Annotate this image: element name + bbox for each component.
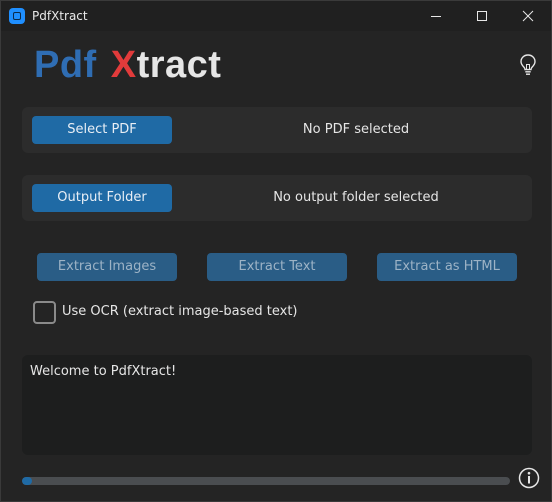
pdf-status-label: No PDF selected: [302, 122, 410, 137]
log-message: Welcome to PdfXtract!: [30, 364, 177, 379]
logo-pdf: Pdf: [34, 44, 97, 86]
main-content: Pdf Xtract Select PDF No PDF selected Out…: [1, 31, 551, 501]
ocr-checkbox[interactable]: [33, 301, 56, 324]
extract-text-button[interactable]: Extract Text: [207, 253, 347, 281]
maximize-button[interactable]: [459, 1, 505, 31]
window-title: PdfXtract: [32, 9, 88, 23]
title-bar[interactable]: PdfXtract: [1, 1, 551, 31]
select-pdf-button[interactable]: Select PDF: [32, 116, 172, 144]
pdf-select-row: Select PDF No PDF selected: [22, 107, 532, 153]
app-logo: Pdf Xtract: [34, 45, 221, 85]
logo-tract: tract: [136, 44, 222, 86]
output-folder-row: Output Folder No output folder selected: [22, 175, 532, 221]
maximize-icon: [477, 11, 487, 21]
lightbulb-icon[interactable]: [519, 53, 537, 77]
output-folder-button[interactable]: Output Folder: [32, 184, 172, 212]
minimize-icon: [431, 16, 441, 17]
extract-html-button[interactable]: Extract as HTML: [377, 253, 517, 281]
progress-bar-fill: [22, 477, 32, 485]
app-icon: [9, 8, 25, 24]
log-textbox[interactable]: Welcome to PdfXtract!: [22, 355, 532, 455]
info-icon[interactable]: [518, 467, 540, 489]
progress-bar: [22, 477, 510, 485]
app-window: PdfXtract Pdf Xtract Select PDF No PDF s…: [0, 0, 552, 502]
ocr-checkbox-label[interactable]: Use OCR (extract image-based text): [62, 303, 298, 321]
close-icon: [522, 10, 534, 22]
minimize-button[interactable]: [413, 1, 459, 31]
logo-x: X: [110, 44, 137, 86]
close-button[interactable]: [505, 1, 551, 31]
extract-images-button[interactable]: Extract Images: [37, 253, 177, 281]
output-folder-status-label: No output folder selected: [273, 190, 439, 205]
